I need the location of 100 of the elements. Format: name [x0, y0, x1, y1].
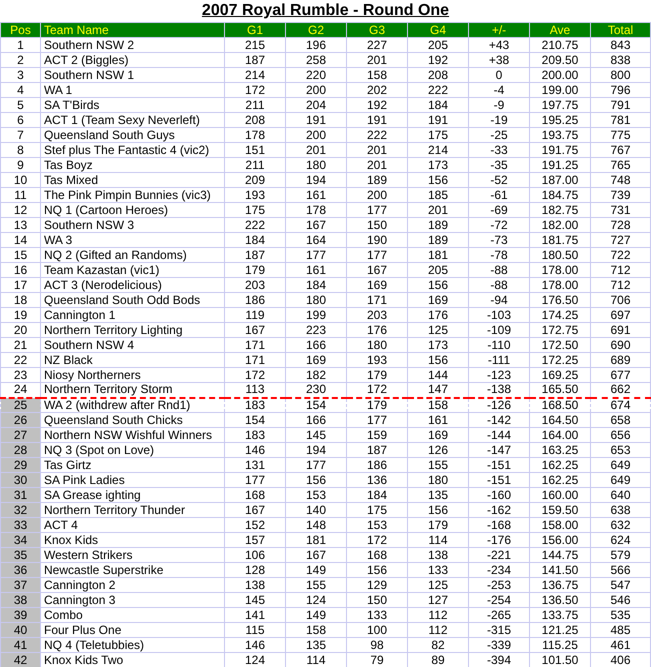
- position-cell: 22: [0, 352, 40, 368]
- table-cell: 174.25: [530, 308, 590, 322]
- table-cell: NQ 3 (Spot on Love): [40, 442, 224, 458]
- table-cell: 184: [408, 98, 468, 112]
- table-cell: 649: [590, 458, 650, 472]
- table-cell: 177: [346, 248, 408, 262]
- table-cell: 222: [408, 82, 468, 98]
- table-cell: 155: [408, 458, 468, 472]
- table-cell: 211: [224, 158, 286, 172]
- table-cell: 169: [286, 352, 346, 368]
- table-cell: 133: [408, 562, 468, 578]
- table-cell: -19: [468, 112, 530, 128]
- table-cell: 115: [224, 622, 286, 638]
- table-cell: 203: [224, 278, 286, 292]
- table-cell: NQ 2 (Gifted an Randoms): [40, 248, 224, 262]
- table-cell: 172: [224, 82, 286, 98]
- table-cell: Western Strikers: [40, 548, 224, 562]
- position-cell: 26: [0, 412, 40, 428]
- table-cell: 131: [224, 458, 286, 472]
- table-cell: 461: [590, 638, 650, 652]
- column-header: G3: [346, 22, 408, 38]
- table-cell: 638: [590, 502, 650, 518]
- table-cell: 136: [346, 472, 408, 488]
- table-cell: 624: [590, 532, 650, 548]
- table-cell: 178.00: [530, 262, 590, 278]
- table-cell: 193: [224, 188, 286, 202]
- table-cell: WA 3: [40, 232, 224, 248]
- table-cell: 171: [224, 352, 286, 368]
- table-cell: 190: [346, 232, 408, 248]
- table-cell: 106: [224, 548, 286, 562]
- table-cell: 214: [408, 142, 468, 158]
- table-cell: 186: [346, 458, 408, 472]
- table-cell: 172: [224, 368, 286, 382]
- position-cell: 25: [0, 398, 40, 412]
- table-cell: Southern NSW 2: [40, 38, 224, 52]
- table-cell: 183: [224, 428, 286, 442]
- table-cell: 172.25: [530, 352, 590, 368]
- table-cell: 158: [408, 398, 468, 412]
- column-header: Ave: [530, 22, 590, 38]
- table-cell: 158: [346, 68, 408, 82]
- position-cell: 10: [0, 172, 40, 188]
- position-cell: 28: [0, 442, 40, 458]
- table-cell: 184: [346, 488, 408, 502]
- table-cell: 192: [408, 52, 468, 68]
- position-cell: 40: [0, 622, 40, 638]
- table-cell: Four Plus One: [40, 622, 224, 638]
- position-cell: 17: [0, 278, 40, 292]
- table-cell: NQ 1 (Cartoon Heroes): [40, 202, 224, 218]
- table-cell: 145: [224, 592, 286, 608]
- table-cell: Queensland South Odd Bods: [40, 292, 224, 308]
- table-cell: 161: [286, 188, 346, 202]
- table-cell: 144.75: [530, 548, 590, 562]
- table-cell: 739: [590, 188, 650, 202]
- column-header: Team Name: [40, 22, 224, 38]
- table-cell: 141.50: [530, 562, 590, 578]
- table-cell: 182.00: [530, 218, 590, 232]
- position-cell: 38: [0, 592, 40, 608]
- position-cell: 15: [0, 248, 40, 262]
- table-cell: 205: [408, 38, 468, 52]
- table-cell: Cannington 2: [40, 578, 224, 592]
- table-cell: -61: [468, 188, 530, 202]
- table-cell: 138: [224, 578, 286, 592]
- table-cell: 209: [224, 172, 286, 188]
- table-cell: 156: [408, 278, 468, 292]
- table-cell: -110: [468, 338, 530, 352]
- table-cell: 191.25: [530, 158, 590, 172]
- table-cell: 177: [286, 458, 346, 472]
- table-cell: 227: [346, 38, 408, 52]
- table-cell: 153: [286, 488, 346, 502]
- table-cell: 0: [468, 68, 530, 82]
- table-cell: 172.75: [530, 322, 590, 338]
- table-cell: -162: [468, 502, 530, 518]
- table-cell: 706: [590, 292, 650, 308]
- table-cell: 765: [590, 158, 650, 172]
- table-cell: 535: [590, 608, 650, 622]
- table-cell: 796: [590, 82, 650, 98]
- position-cell: 19: [0, 308, 40, 322]
- table-cell: ACT 2 (Biggles): [40, 52, 224, 68]
- column-header: G4: [408, 22, 468, 38]
- table-cell: 173: [408, 158, 468, 172]
- position-cell: 16: [0, 262, 40, 278]
- table-cell: 178: [224, 128, 286, 142]
- table-cell: 176: [346, 322, 408, 338]
- table-cell: 189: [408, 218, 468, 232]
- table-cell: 201: [346, 158, 408, 172]
- table-cell: 210.75: [530, 38, 590, 52]
- table-cell: -88: [468, 262, 530, 278]
- table-cell: 199.00: [530, 82, 590, 98]
- position-cell: 9: [0, 158, 40, 172]
- position-cell: 20: [0, 322, 40, 338]
- position-cell: 11: [0, 188, 40, 202]
- table-cell: 172: [346, 532, 408, 548]
- table-cell: 161: [408, 412, 468, 428]
- table-cell: 138: [408, 548, 468, 562]
- position-cell: 21: [0, 338, 40, 352]
- table-cell: 177: [346, 412, 408, 428]
- table-cell: 167: [286, 548, 346, 562]
- position-cell: 33: [0, 518, 40, 532]
- table-cell: 167: [224, 322, 286, 338]
- table-cell: -35: [468, 158, 530, 172]
